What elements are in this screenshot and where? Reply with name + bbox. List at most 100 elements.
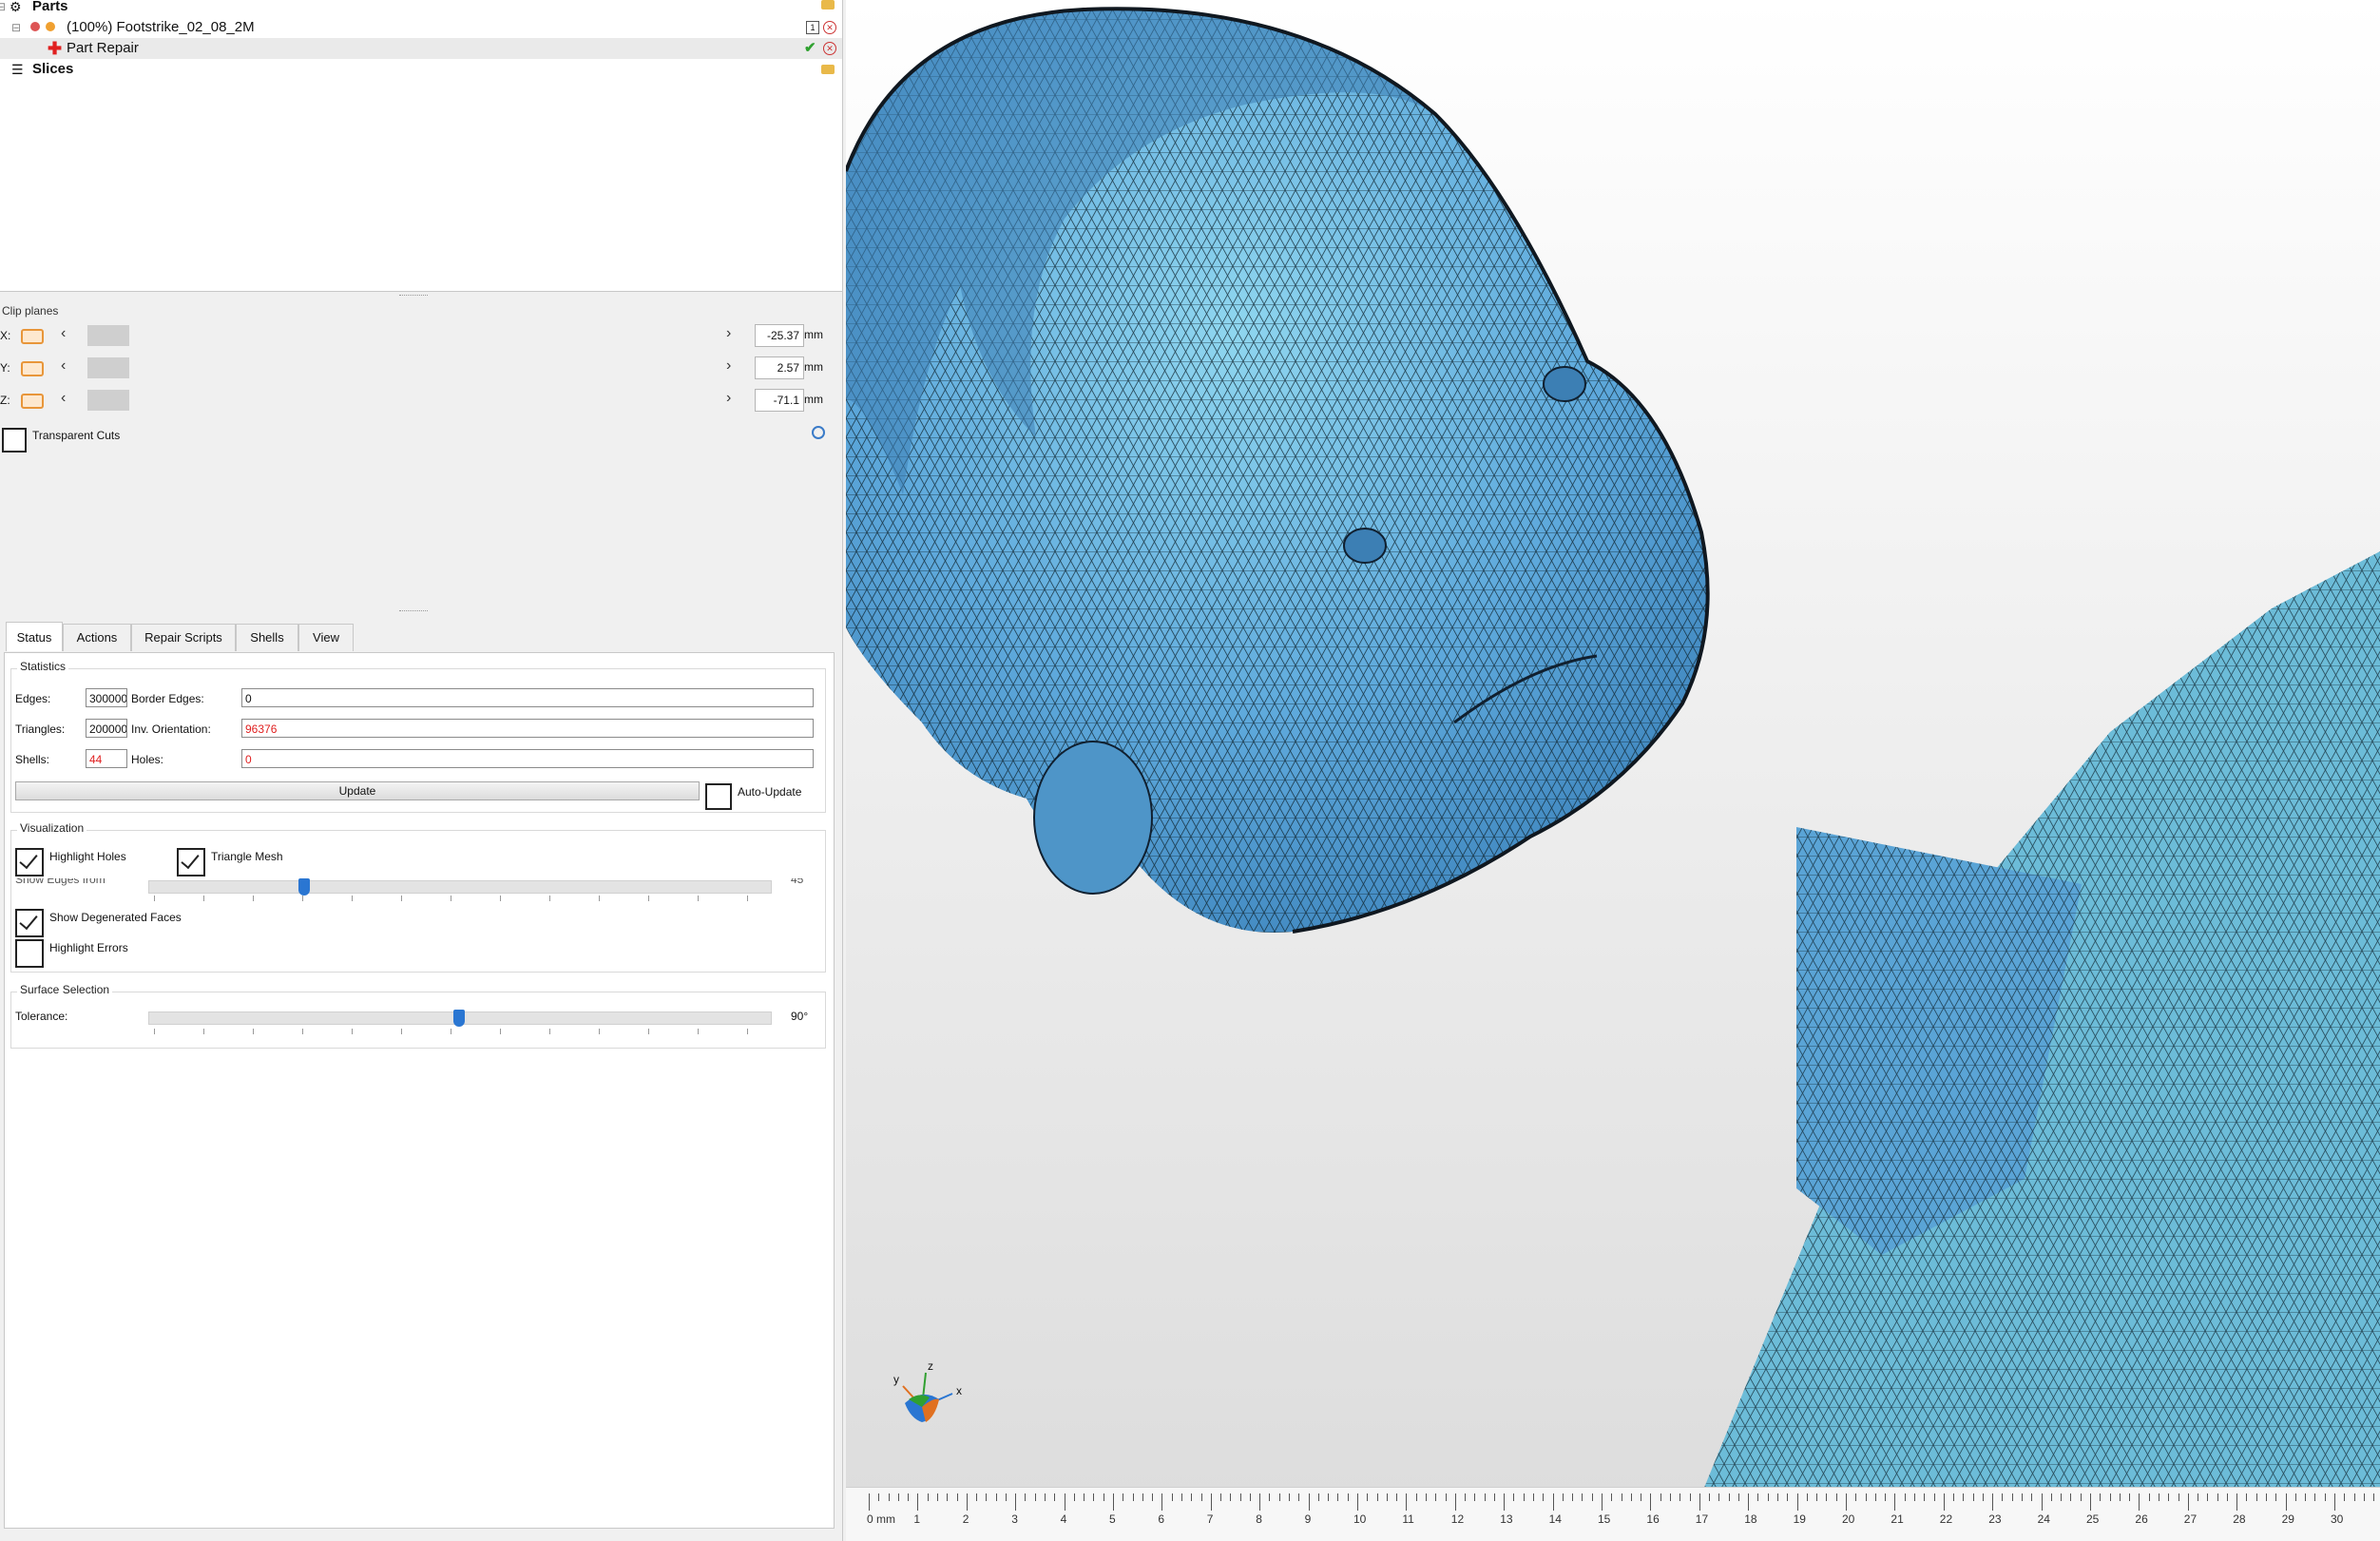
ruler-number: 13 [1500, 1512, 1513, 1526]
clip-plane-y: Y: ‹ › 2.57 mm [0, 354, 836, 382]
ruler-number: 7 [1206, 1512, 1214, 1526]
mesh-render[interactable] [846, 0, 2380, 1541]
chevron-right-icon[interactable]: › [726, 325, 731, 342]
ruler-number: 23 [1988, 1512, 2002, 1526]
ruler-minor-tick [1249, 1493, 1251, 1501]
ruler-minor-tick [1826, 1493, 1828, 1501]
collapse-icon[interactable]: ⊟ [11, 17, 21, 38]
tolerance-slider-thumb[interactable] [453, 1010, 465, 1027]
ruler-tick [1943, 1493, 1945, 1511]
ruler-tick [1602, 1493, 1603, 1511]
ruler-minor-tick [1777, 1493, 1779, 1501]
ruler-minor-tick [1034, 1493, 1036, 1501]
ruler-tick [1748, 1493, 1750, 1511]
clip-slider-y[interactable] [87, 357, 129, 378]
clip-value-x[interactable]: -25.37 [755, 324, 804, 347]
ruler-minor-tick [2022, 1493, 2024, 1501]
clip-slider-x[interactable] [87, 325, 129, 346]
show-edges-slider-thumb[interactable] [298, 878, 310, 896]
ruler-minor-tick [1465, 1493, 1467, 1501]
chevron-left-icon[interactable]: ‹ [61, 357, 66, 375]
ruler: 0 mm 1 2 3 4 5 6 7 8 9 10 11 12 13 14 15 16 17 18 19 20 21 22… [846, 1487, 2380, 1541]
ruler-minor-tick [956, 1493, 958, 1501]
part-repair-label[interactable]: Part Repair [67, 38, 139, 59]
ruler-minor-tick [1269, 1493, 1271, 1501]
ruler-minor-tick [1953, 1493, 1955, 1501]
show-degenerated-faces-checkbox[interactable] [15, 909, 44, 937]
ruler-minor-tick [1317, 1493, 1319, 1501]
ruler-minor-tick [2207, 1493, 2209, 1501]
ruler-tick [1113, 1493, 1114, 1511]
ruler-minor-tick [1787, 1493, 1789, 1501]
slices-folder-icon[interactable] [821, 65, 835, 74]
chevron-left-icon[interactable]: ‹ [61, 325, 66, 342]
ruler-minor-tick [1874, 1493, 1876, 1501]
tab-status[interactable]: Status [6, 622, 63, 651]
ruler-minor-tick [2353, 1493, 2355, 1501]
transparent-cuts-checkbox[interactable] [2, 428, 27, 453]
ruler-tick [1406, 1493, 1408, 1511]
tab-actions[interactable]: Actions [63, 624, 131, 651]
triangle-mesh-label: Triangle Mesh [211, 850, 283, 863]
tree-row-part[interactable]: ⊟ (100%) Footstrike_02_08_2M 1 ✕ [0, 17, 842, 38]
3d-viewport[interactable]: y z x 0 mm 1 2 3 4 5 6 7 8 9 10 11 12 13 14 15 16 17 18 19… [846, 0, 2380, 1541]
highlight-errors-checkbox[interactable] [15, 939, 44, 968]
ruler-minor-tick [2246, 1493, 2248, 1501]
triangles-value: 200000 [86, 719, 127, 738]
clip-value-y[interactable]: 2.57 [755, 356, 804, 379]
ruler-number: 27 [2183, 1512, 2198, 1526]
ruler-number: 1 [913, 1512, 921, 1526]
folder-open-icon[interactable] [821, 0, 835, 10]
ruler-minor-tick [976, 1493, 978, 1501]
triangles-label: Triangles: [15, 722, 66, 736]
part-visibility-icon[interactable] [30, 22, 40, 31]
ruler-minor-tick [2031, 1493, 2033, 1501]
tab-repair-scripts[interactable]: Repair Scripts [131, 624, 236, 651]
clip-value-z[interactable]: -71.1 [755, 389, 804, 412]
update-button[interactable]: Update [15, 781, 700, 800]
ruler-minor-tick [1718, 1493, 1720, 1501]
parts-icon: ⚙ [10, 0, 22, 14]
apply-check-icon[interactable]: ✔ [804, 38, 816, 59]
chevron-left-icon[interactable]: ‹ [61, 390, 66, 407]
ruler-minor-tick [2168, 1493, 2170, 1501]
clip-toggle-x[interactable] [21, 329, 44, 344]
clip-axis-label: X: [0, 329, 11, 342]
ruler-minor-tick [947, 1493, 949, 1501]
tab-shells[interactable]: Shells [236, 624, 298, 651]
chevron-right-icon[interactable]: › [726, 357, 731, 375]
ruler-minor-tick [908, 1493, 910, 1501]
ruler-minor-tick [2324, 1493, 2326, 1501]
ruler-minor-tick [2061, 1493, 2063, 1501]
ruler-minor-tick [1005, 1493, 1007, 1501]
highlight-holes-checkbox[interactable] [15, 848, 44, 876]
ruler-minor-tick [1933, 1493, 1935, 1501]
help-icon[interactable] [812, 426, 825, 439]
clip-toggle-y[interactable] [21, 361, 44, 376]
ruler-minor-tick [1045, 1493, 1046, 1501]
clip-unit: mm [804, 360, 823, 374]
tab-view[interactable]: View [298, 624, 354, 651]
ruler-number: 6 [1158, 1512, 1165, 1526]
ruler-minor-tick [2080, 1493, 2082, 1501]
splitter-handle[interactable] [399, 610, 428, 617]
ruler-tick [1259, 1493, 1261, 1511]
chevron-right-icon[interactable]: › [726, 390, 731, 407]
status-tab-pane: Statistics Edges: 300000 Border Edges: 0… [4, 652, 835, 1529]
ruler-minor-tick [1611, 1493, 1613, 1501]
show-edges-slider-track[interactable] [148, 880, 772, 894]
splitter-handle[interactable] [399, 295, 428, 301]
part-eye-icon[interactable] [46, 22, 55, 31]
part-name[interactable]: (100%) Footstrike_02_08_2M [67, 17, 255, 38]
tree-row-part-repair[interactable]: ✚ Part Repair ✔ ✕ [0, 38, 842, 59]
ruler-minor-tick [1582, 1493, 1583, 1501]
cancel-repair-icon[interactable]: ✕ [823, 42, 836, 55]
triangle-mesh-checkbox[interactable] [177, 848, 205, 876]
ruler-minor-tick [2050, 1493, 2052, 1501]
expand-icon[interactable]: ⊟ [0, 0, 6, 17]
clip-slider-z[interactable] [87, 390, 129, 411]
clip-toggle-z[interactable] [21, 394, 44, 409]
auto-update-checkbox[interactable] [705, 783, 732, 810]
remove-part-icon[interactable]: ✕ [823, 21, 836, 34]
ruler-minor-tick [1025, 1493, 1027, 1501]
